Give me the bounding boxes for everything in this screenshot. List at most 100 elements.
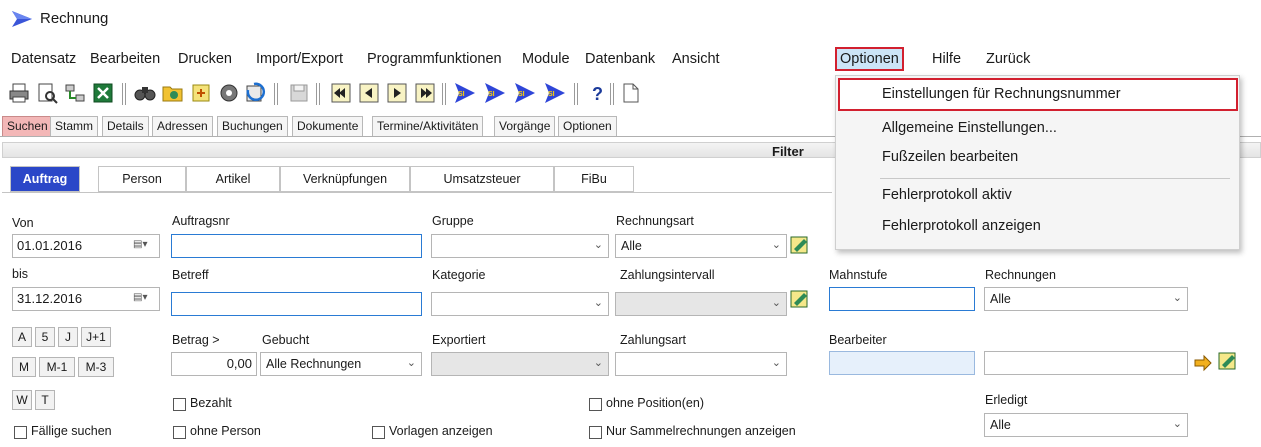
ohne-person-checkbox[interactable] [173,426,186,439]
subtab-divider [2,192,832,193]
si-4-icon[interactable]: SI [544,82,566,104]
quick-button-5[interactable]: 5 [35,327,55,347]
von-date-field[interactable]: 01.01.2016 ▤▾ [12,234,160,258]
subtab-umsatzsteuer[interactable]: Umsatzsteuer [410,166,554,192]
tab-dokumente[interactable]: Dokumente [292,116,364,136]
exportiert-label: Exportiert [432,333,486,347]
tab-suchen[interactable]: Suchen [2,116,53,136]
gebucht-select-value: Alle Rechnungen [266,357,362,371]
menu-optionen[interactable]: Optionen [835,47,904,71]
first-record-icon[interactable] [330,82,352,104]
menu-datenbank[interactable]: Datenbank [585,51,655,67]
find-icon[interactable] [134,82,156,104]
sammelrechnungen-checkbox[interactable] [589,426,602,439]
edit-list-icon[interactable] [1218,351,1238,371]
network-icon[interactable] [64,82,86,104]
bearbeiter-id-input[interactable] [829,351,975,375]
quick-button-m[interactable]: M [12,357,36,377]
previous-record-icon[interactable] [358,82,380,104]
menuitem-einstellungen-rechnungsnummer[interactable]: Einstellungen für Rechnungsnummer [882,86,1121,102]
help-icon[interactable]: ? [586,82,608,104]
menu-bearbeiten[interactable]: Bearbeiten [90,51,160,67]
save-icon[interactable] [288,82,310,104]
excel-icon[interactable] [92,82,114,104]
rechnungen-select-value: Alle [990,292,1011,306]
calendar-dropdown-icon[interactable]: ▤▾ [133,292,155,306]
edit-list-icon[interactable] [790,235,810,255]
quick-button-m-1[interactable]: M-1 [39,357,75,377]
tab-buchungen[interactable]: Buchungen [217,116,288,136]
bezahlt-checkbox[interactable] [173,398,186,411]
kategorie-select[interactable]: ⌄ [431,292,609,316]
tab-stamm[interactable]: Stamm [50,116,99,136]
edit-list-icon[interactable] [790,289,810,309]
faellige-suchen-checkbox[interactable] [14,426,27,439]
subtab-auftrag[interactable]: Auftrag [10,166,80,192]
menu-zurueck[interactable]: Zurück [986,51,1030,67]
gruppe-select[interactable]: ⌄ [431,234,609,258]
subtab-person[interactable]: Person [98,166,186,192]
vorlagen-anzeigen-label: Vorlagen anzeigen [389,424,493,438]
zahlungsart-select[interactable]: ⌄ [615,352,787,376]
subtab-verknuepfungen[interactable]: Verknüpfungen [280,166,410,192]
menu-module[interactable]: Module [522,51,570,67]
printer-icon[interactable] [8,82,30,104]
quick-button-m-3[interactable]: M-3 [78,357,114,377]
tab-adressen[interactable]: Adressen [152,116,213,136]
si-2-icon[interactable]: SI [484,82,506,104]
tab-details[interactable]: Details [102,116,149,136]
mahnstufe-input[interactable] [829,287,975,311]
menu-hilfe[interactable]: Hilfe [932,51,961,67]
tab-termine-aktivitaeten[interactable]: Termine/Aktivitäten [372,116,484,136]
refresh-icon[interactable] [244,82,266,104]
vorlagen-anzeigen-checkbox[interactable] [372,426,385,439]
menuitem-allgemeine-einstellungen[interactable]: Allgemeine Einstellungen... [882,120,1057,136]
ohne-position-label: ohne Position(en) [606,396,704,410]
ohne-position-checkbox[interactable] [589,398,602,411]
menu-import-export[interactable]: Import/Export [256,51,343,67]
rechnungen-select[interactable]: Alle ⌄ [984,287,1188,311]
print-preview-icon[interactable] [36,82,58,104]
bis-date-field[interactable]: 31.12.2016 ▤▾ [12,287,160,311]
subtab-fibu[interactable]: FiBu [554,166,634,192]
open-folder-icon[interactable] [162,82,184,104]
betreff-input[interactable] [171,292,422,316]
quick-button-j-plus-1[interactable]: J+1 [81,327,111,347]
next-record-icon[interactable] [386,82,408,104]
gebucht-select[interactable]: Alle Rechnungen ⌄ [260,352,422,376]
quick-button-w[interactable]: W [12,390,32,410]
tab-vorgaenge[interactable]: Vorgänge [494,116,556,136]
calendar-dropdown-icon[interactable]: ▤▾ [133,239,155,253]
menuitem-fusszeilen-bearbeiten[interactable]: Fußzeilen bearbeiten [882,149,1018,165]
rechnungsart-select[interactable]: Alle ⌄ [615,234,787,258]
chevron-down-icon: ⌄ [593,297,603,309]
si-1-icon[interactable]: SI [454,82,476,104]
arrow-right-icon[interactable] [1193,353,1213,373]
zahlungsintervall-select[interactable]: ⌄ [615,292,787,316]
menuitem-fehlerprotokoll-aktiv[interactable]: Fehlerprotokoll aktiv [882,187,1012,203]
settings-gear-icon[interactable] [218,82,240,104]
tab-optionen[interactable]: Optionen [558,116,617,136]
menu-ansicht[interactable]: Ansicht [672,51,720,67]
export-icon[interactable] [190,82,212,104]
menuitem-fehlerprotokoll-anzeigen[interactable]: Fehlerprotokoll anzeigen [882,218,1041,234]
erledigt-select[interactable]: Alle ⌄ [984,413,1188,437]
new-document-icon[interactable] [620,82,642,104]
menu-drucken[interactable]: Drucken [178,51,232,67]
si-3-icon[interactable]: SI [514,82,536,104]
svg-text:SI: SI [488,91,495,98]
betrag-input[interactable]: 0,00 [171,352,257,376]
quick-button-a[interactable]: A [12,327,32,347]
subtab-artikel[interactable]: Artikel [186,166,280,192]
mahnstufe-label: Mahnstufe [829,268,888,282]
auftragsnr-input[interactable] [171,234,422,258]
bearbeiter-name-input[interactable] [984,351,1188,375]
quick-button-j[interactable]: J [58,327,78,347]
last-record-icon[interactable] [414,82,436,104]
menu-programmfunktionen[interactable]: Programmfunktionen [367,51,502,67]
menu-datensatz[interactable]: Datensatz [11,51,76,67]
exportiert-select[interactable]: ⌄ [431,352,609,376]
quick-button-t[interactable]: T [35,390,55,410]
rechnungsart-select-value: Alle [621,239,642,253]
bearbeiter-label: Bearbeiter [829,333,887,347]
